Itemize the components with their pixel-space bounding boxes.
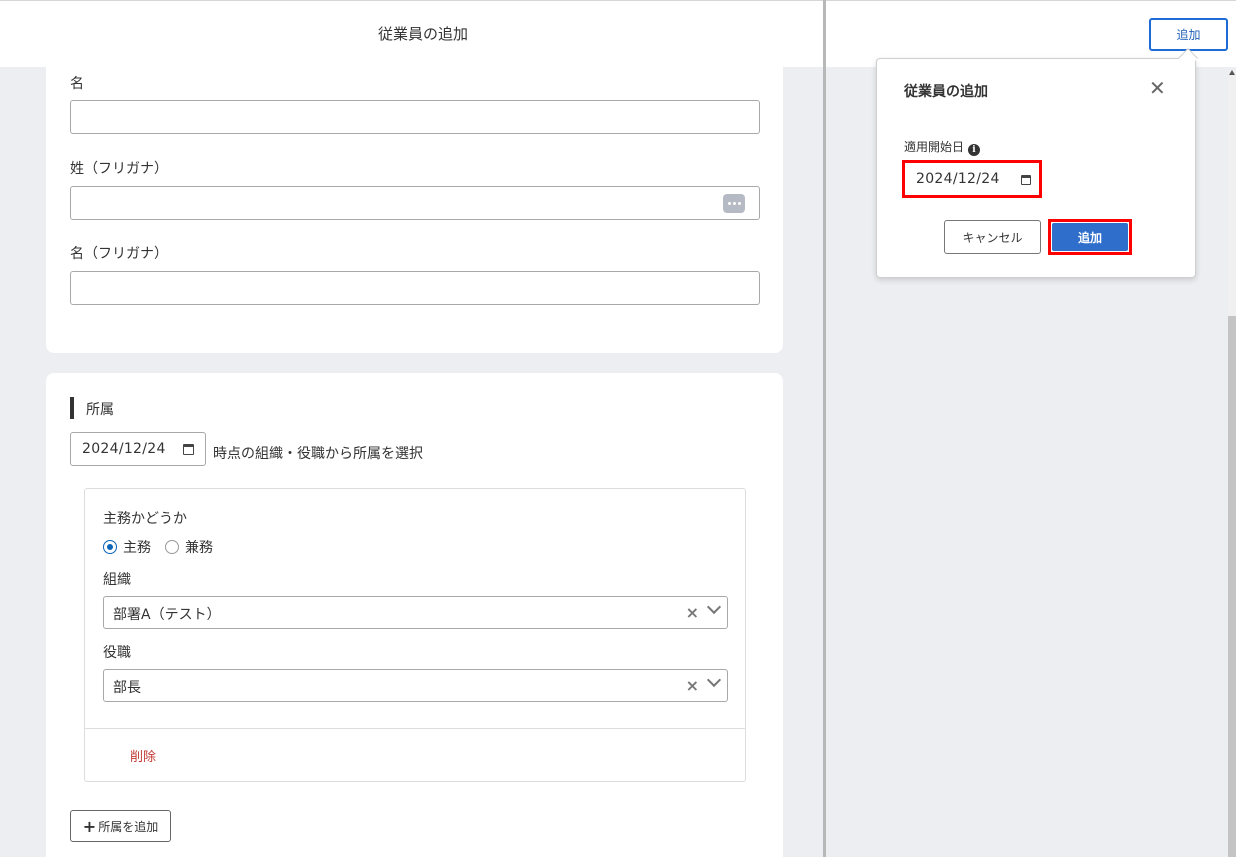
- calendar-icon[interactable]: [1021, 175, 1031, 185]
- confirm-add-highlight: 追加: [1048, 219, 1132, 255]
- confirm-add-button[interactable]: 追加: [1052, 223, 1128, 251]
- chevron-down-icon[interactable]: [706, 599, 722, 615]
- calendar-icon[interactable]: [183, 444, 194, 455]
- add-employee-popover: 従業員の追加 ✕ 適用開始日 i 2024/12/24 キャンセル 追加: [876, 48, 1198, 278]
- organization-value: 部署A（テスト）: [113, 607, 221, 623]
- affiliation-date-input[interactable]: 2024/12/24: [70, 432, 206, 466]
- scroll-up-arrow-icon[interactable]: [1229, 70, 1235, 75]
- first-name-input[interactable]: [70, 100, 760, 134]
- employee-form-pane: 従業員の追加 名 姓（フリガナ） 名（フリガナ） 所属 2024/12/24 時…: [0, 0, 823, 857]
- add-affiliation-button[interactable]: + 所属を追加: [70, 810, 171, 842]
- first-name-kana-label: 名（フリガナ）: [70, 246, 168, 262]
- affiliation-date-value: 2024/12/24: [82, 441, 166, 457]
- name-card: 名 姓（フリガナ） 名（フリガナ）: [46, 67, 783, 353]
- date-suffix-text: 時点の組織・役職から所属を選択: [213, 446, 423, 462]
- clear-organization-icon[interactable]: ×: [686, 603, 699, 622]
- popover-title: 従業員の追加: [904, 84, 988, 100]
- affiliation-item: 主務かどうか 主務 兼務 組織 部署A（テスト） × 役職 部長 × 削除: [84, 488, 746, 782]
- affiliation-card: 所属 2024/12/24 時点の組織・役職から所属を選択 主務かどうか 主務 …: [46, 373, 783, 857]
- page-title: 従業員の追加: [377, 25, 468, 43]
- first-name-kana-input[interactable]: [70, 271, 760, 305]
- position-select[interactable]: 部長 ×: [103, 669, 728, 702]
- primary-duty-radio-group: 主務 兼務: [103, 537, 213, 557]
- add-affiliation-label: 所属を追加: [98, 819, 159, 834]
- radio-primary-label[interactable]: 主務: [123, 537, 151, 557]
- organization-select[interactable]: 部署A（テスト） ×: [103, 596, 728, 629]
- info-icon[interactable]: i: [968, 144, 981, 156]
- first-name-label: 名: [70, 76, 84, 92]
- start-date-input[interactable]: 2024/12/24: [908, 166, 1036, 192]
- start-date-value: 2024/12/24: [916, 171, 1000, 187]
- radio-secondary[interactable]: [165, 540, 179, 554]
- radio-secondary-label[interactable]: 兼務: [185, 537, 213, 557]
- plus-icon: +: [82, 816, 97, 836]
- last-name-kana-input[interactable]: [70, 186, 760, 220]
- right-header: 追加: [826, 0, 1236, 67]
- start-date-highlight: 2024/12/24: [902, 160, 1042, 198]
- position-value: 部長: [113, 680, 141, 696]
- clear-position-icon[interactable]: ×: [686, 676, 699, 695]
- chevron-down-icon[interactable]: [706, 672, 722, 688]
- divider: [85, 728, 745, 729]
- affiliation-section-title: 所属: [86, 402, 114, 418]
- radio-primary[interactable]: [103, 540, 117, 554]
- close-icon[interactable]: ✕: [1149, 77, 1166, 99]
- last-name-kana-label: 姓（フリガナ）: [70, 161, 168, 177]
- cancel-button[interactable]: キャンセル: [944, 220, 1041, 254]
- position-label: 役職: [103, 645, 131, 661]
- section-bar: [70, 397, 74, 419]
- more-options-icon[interactable]: [723, 194, 745, 213]
- form-header: 従業員の追加: [0, 0, 823, 67]
- start-date-label: 適用開始日: [904, 140, 965, 154]
- organization-label: 組織: [103, 572, 131, 588]
- primary-duty-label: 主務かどうか: [103, 511, 187, 527]
- scrollbar-thumb[interactable]: [1228, 316, 1236, 857]
- right-pane: 追加 従業員の追加 ✕ 適用開始日 i 2024/12/24 キャンセル 追加: [826, 0, 1236, 857]
- start-date-label-row: 適用開始日 i: [904, 138, 981, 156]
- delete-affiliation-link[interactable]: 削除: [130, 746, 156, 765]
- top-add-button[interactable]: 追加: [1149, 18, 1228, 51]
